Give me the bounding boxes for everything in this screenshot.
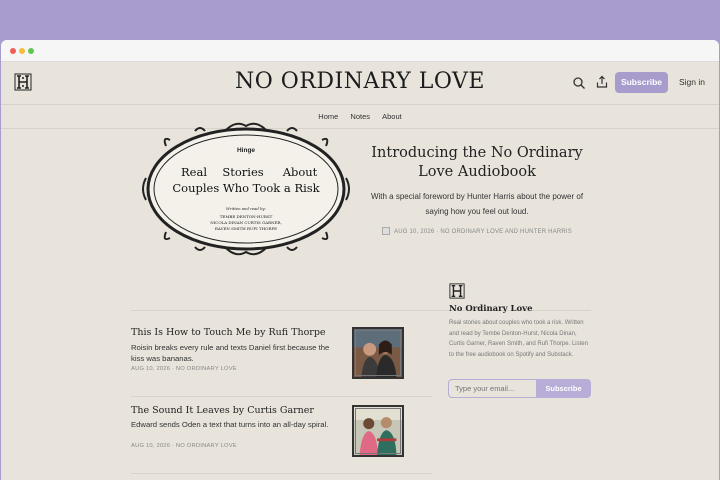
post-thumbnail[interactable] — [352, 327, 404, 379]
hero-art-brand: Hinge — [237, 147, 255, 154]
hero-cover-art[interactable]: Hinge Real Stories About Couples Who Too… — [140, 118, 352, 260]
main-nav: Home Notes About — [1, 105, 719, 129]
hero-art-word-1: Real — [181, 165, 207, 179]
hero-art-word-2: Stories — [222, 165, 263, 179]
browser-chrome — [1, 40, 719, 62]
share-icon[interactable] — [595, 75, 609, 89]
maximize-window-button[interactable] — [28, 48, 34, 54]
sign-in-link[interactable]: Sign in — [679, 77, 705, 87]
sidebar-subscribe-button[interactable]: Subscribe — [536, 379, 591, 398]
hero-subtitle: With a special foreword by Hunter Harris… — [370, 192, 584, 216]
sidebar-description: Real stories about couples who took a ri… — [449, 320, 588, 358]
nav-item-about[interactable]: About — [382, 112, 402, 121]
hero-title[interactable]: Introducing the No Ordinary Love Audiobo… — [364, 144, 590, 182]
email-field[interactable] — [448, 379, 537, 398]
hero-meta: AUG 10, 2026 · NO ORDINARY LOVE AND HUNT… — [364, 227, 590, 235]
post-divider — [131, 473, 432, 474]
author-avatar-icon — [382, 227, 391, 235]
hero-text: Introducing the No Ordinary Love Audiobo… — [364, 144, 590, 235]
hero-art-credit-row: TEMBE DENTON-HURST — [220, 214, 273, 219]
post-title[interactable]: This Is How to Touch Me by Rufi Thorpe — [131, 327, 326, 338]
hero-art-line-2: Couples Who Took a Risk — [172, 181, 320, 195]
search-icon[interactable] — [572, 76, 586, 90]
minimize-window-button[interactable] — [19, 48, 25, 54]
close-window-button[interactable] — [10, 48, 16, 54]
post-meta: AUG 10, 2026 · NO ORDINARY LOVE — [131, 366, 237, 372]
hero-art-credit-row: NICOLA DINAN CURTIS GARNER, — [210, 220, 282, 225]
hero-art-credit-heading: Written and read by: — [226, 206, 267, 211]
post-meta: AUG 10, 2026 · NO ORDINARY LOVE — [131, 443, 237, 449]
post-subtitle: Edward sends Oden a text that turns into… — [131, 420, 329, 429]
hero-art-word-3: About — [282, 165, 318, 179]
hero-meta-text: AUG 10, 2026 · NO ORDINARY LOVE AND HUNT… — [394, 229, 572, 235]
post-subtitle: Roisin breaks every rule and texts Danie… — [131, 343, 330, 363]
h-monogram-icon[interactable] — [14, 73, 32, 91]
post-title[interactable]: The Sound It Leaves by Curtis Garner — [131, 405, 314, 416]
hero-art-credit-row: RAVEN SMITH RUFI THORPE — [215, 226, 277, 231]
nav-item-notes[interactable]: Notes — [350, 112, 370, 121]
post-thumbnail[interactable] — [352, 405, 404, 457]
subscribe-button[interactable]: Subscribe — [615, 72, 668, 93]
post-divider — [131, 396, 432, 397]
h-monogram-icon — [449, 283, 465, 299]
site-header: NO ORDINARY LOVE Subscribe Sign in — [1, 62, 719, 105]
sidebar-title: No Ordinary Love — [449, 304, 533, 314]
site-title[interactable]: NO ORDINARY LOVE — [1, 69, 719, 94]
